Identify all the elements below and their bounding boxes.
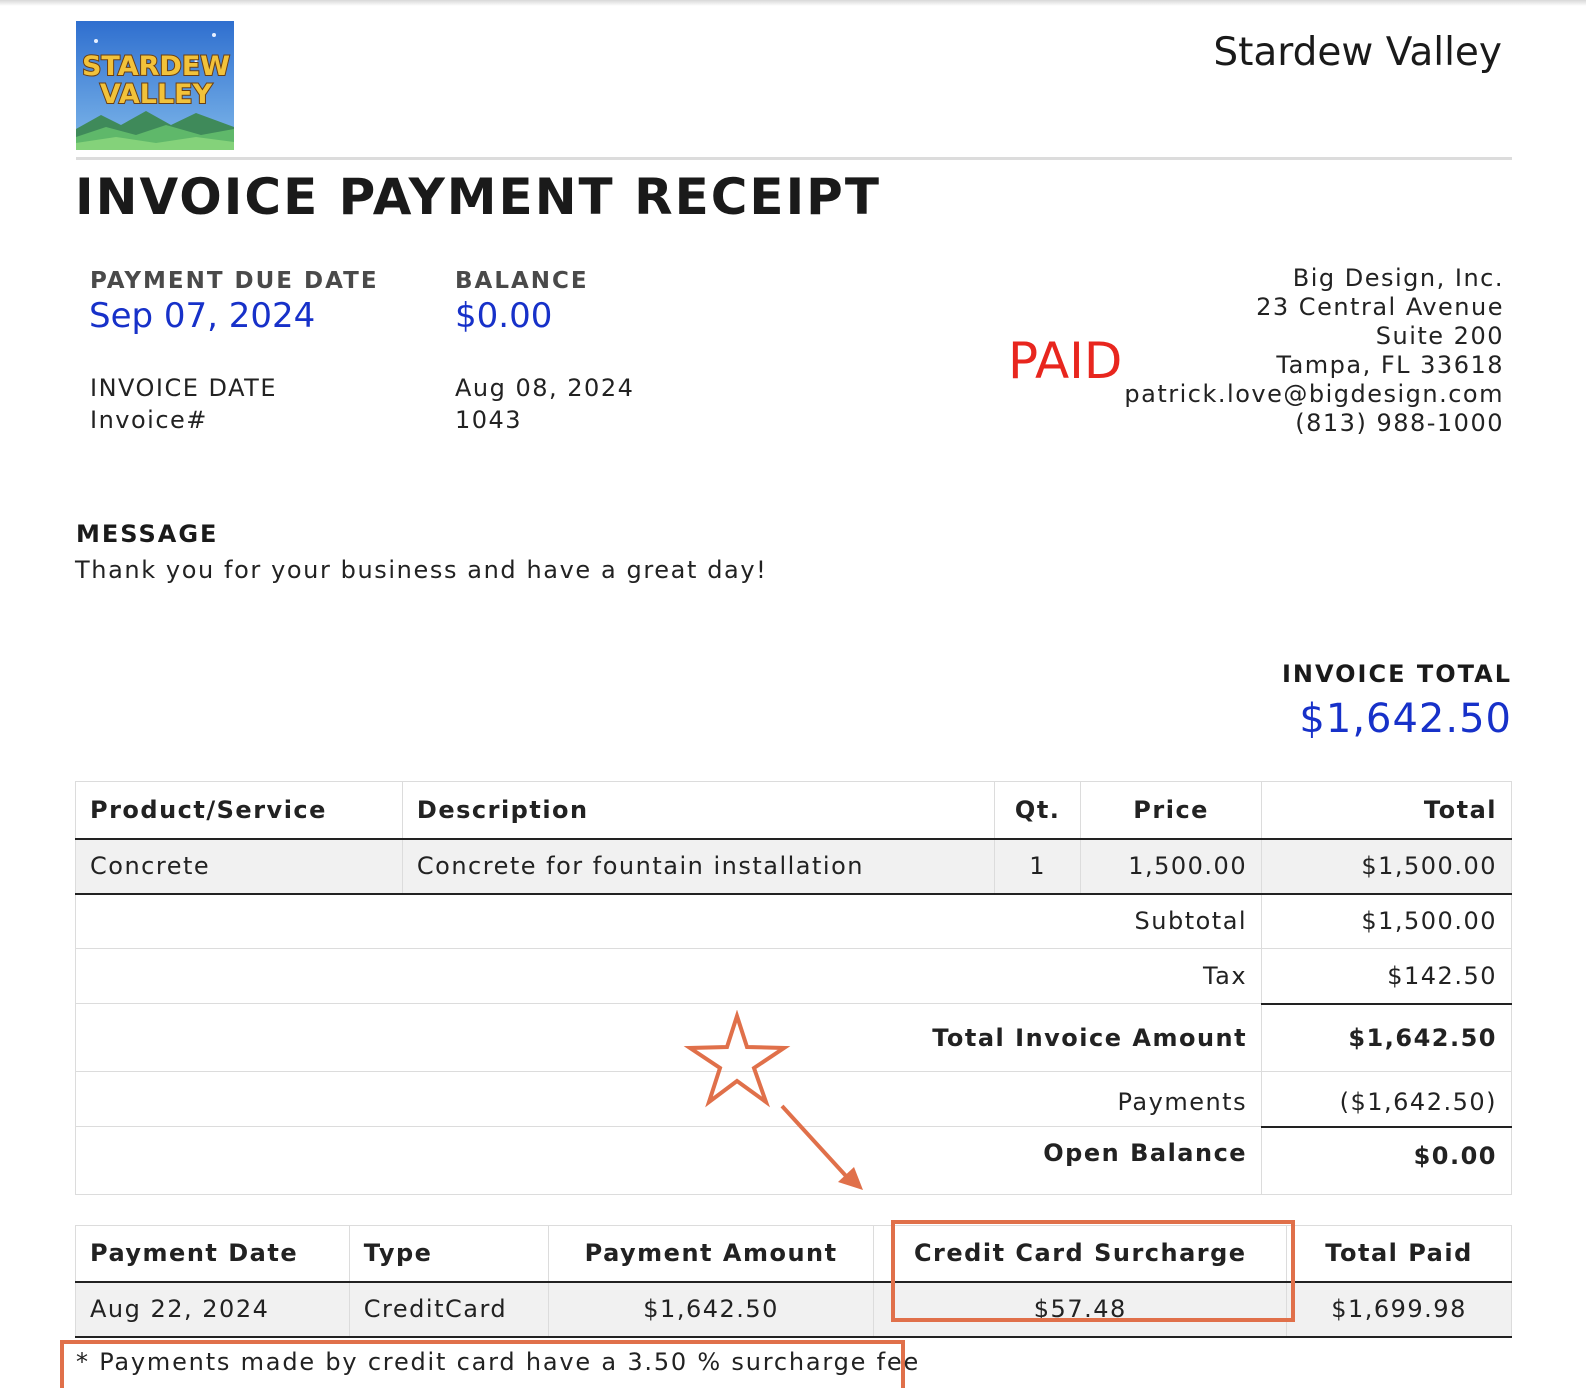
table-row: Aug 22, 2024 CreditCard $1,642.50 $57.48… — [75, 1281, 1512, 1338]
payment-type: CreditCard — [348, 1281, 549, 1338]
subtotal-row: Subtotal $1,500.00 — [74, 893, 1512, 949]
company-address-line1: 23 Central Avenue — [1256, 293, 1504, 321]
payments-label: Payments — [74, 1071, 1263, 1127]
item-price: 1,500.00 — [1080, 838, 1263, 895]
subtotal-label: Subtotal — [74, 893, 1263, 949]
total-invoice-amount-label: Total Invoice Amount — [74, 1003, 1263, 1072]
message-body: Thank you for your business and have a g… — [75, 556, 768, 584]
col-description: Description — [401, 781, 996, 840]
payments-row: Payments ($1,642.50) — [74, 1071, 1512, 1128]
balance-value: $0.00 — [455, 296, 553, 336]
payment-amount: $1,642.50 — [547, 1281, 875, 1338]
payments-value: ($1,642.50) — [1261, 1071, 1512, 1128]
company-name: Big Design, Inc. — [1292, 264, 1504, 292]
header-divider — [76, 157, 1512, 160]
total-invoice-amount-row: Total Invoice Amount $1,642.50 — [74, 1002, 1512, 1072]
invoice-number-value: 1043 — [455, 406, 523, 434]
company-phone: (813) 988-1000 — [1295, 409, 1504, 437]
surcharge-footnote: * Payments made by credit card have a 3.… — [76, 1348, 921, 1376]
tax-value: $142.50 — [1261, 948, 1512, 1004]
item-qty: 1 — [994, 838, 1082, 895]
surcharge-highlight-box — [891, 1220, 1295, 1322]
top-edge-shadow — [0, 0, 1586, 6]
invoice-total-label: INVOICE TOTAL — [1281, 660, 1512, 688]
col-qty: Qt. — [994, 781, 1082, 840]
company-address-block: Big Design, Inc. 23 Central Avenue Suite… — [1124, 264, 1504, 438]
col-total-paid: Total Paid — [1286, 1225, 1512, 1283]
table-row: Concrete Concrete for fountain installat… — [75, 838, 1512, 895]
company-city: Tampa, FL 33618 — [1276, 351, 1504, 379]
tax-label: Tax — [74, 948, 1263, 1004]
col-price: Price — [1080, 781, 1263, 840]
col-type: Type — [348, 1225, 549, 1283]
document-title: INVOICE PAYMENT RECEIPT — [75, 168, 881, 226]
open-balance-value: $0.00 — [1261, 1126, 1512, 1195]
col-total: Total — [1261, 781, 1512, 840]
tax-row: Tax $142.50 — [74, 948, 1512, 1004]
due-date-value: Sep 07, 2024 — [89, 296, 316, 336]
logo-text-stardew: STARDEW — [82, 51, 230, 82]
payment-date: Aug 22, 2024 — [75, 1281, 350, 1338]
message-label: MESSAGE — [76, 520, 219, 548]
col-payment-date: Payment Date — [75, 1225, 350, 1283]
stardew-valley-logo: STARDEW VALLEY — [76, 21, 234, 150]
items-header-row: Product/Service Description Qt. Price To… — [75, 781, 1512, 840]
company-email[interactable]: patrick.love@bigdesign.com — [1124, 380, 1504, 409]
open-balance-row: Open Balance $0.00 — [74, 1126, 1512, 1195]
subtotal-value: $1,500.00 — [1261, 893, 1512, 949]
invoice-number-label: Invoice# — [90, 406, 208, 434]
col-product-service: Product/Service — [75, 781, 403, 840]
item-description: Concrete for fountain installation — [401, 838, 996, 895]
payments-table: Payment Date Type Payment Amount Credit … — [75, 1225, 1512, 1338]
invoice-total-value: $1,642.50 — [1299, 696, 1512, 742]
logo-text-valley: VALLEY — [100, 79, 213, 110]
invoice-date-label: INVOICE DATE — [90, 374, 277, 402]
total-invoice-amount-value: $1,642.50 — [1261, 1002, 1512, 1072]
payments-header-row: Payment Date Type Payment Amount Credit … — [75, 1225, 1512, 1283]
invoice-date-value: Aug 08, 2024 — [455, 374, 635, 402]
open-balance-label: Open Balance — [74, 1126, 1263, 1195]
item-total: $1,500.00 — [1261, 838, 1512, 895]
company-address-line2: Suite 200 — [1375, 322, 1504, 350]
col-payment-amount: Payment Amount — [547, 1225, 875, 1283]
due-date-label: PAYMENT DUE DATE — [90, 268, 379, 294]
balance-label: BALANCE — [455, 268, 589, 294]
total-paid: $1,699.98 — [1286, 1281, 1512, 1338]
items-table: Product/Service Description Qt. Price To… — [74, 781, 1512, 1195]
paid-stamp: PAID — [1008, 332, 1123, 390]
brand-name: Stardew Valley — [1213, 30, 1502, 75]
item-product: Concrete — [75, 838, 403, 895]
